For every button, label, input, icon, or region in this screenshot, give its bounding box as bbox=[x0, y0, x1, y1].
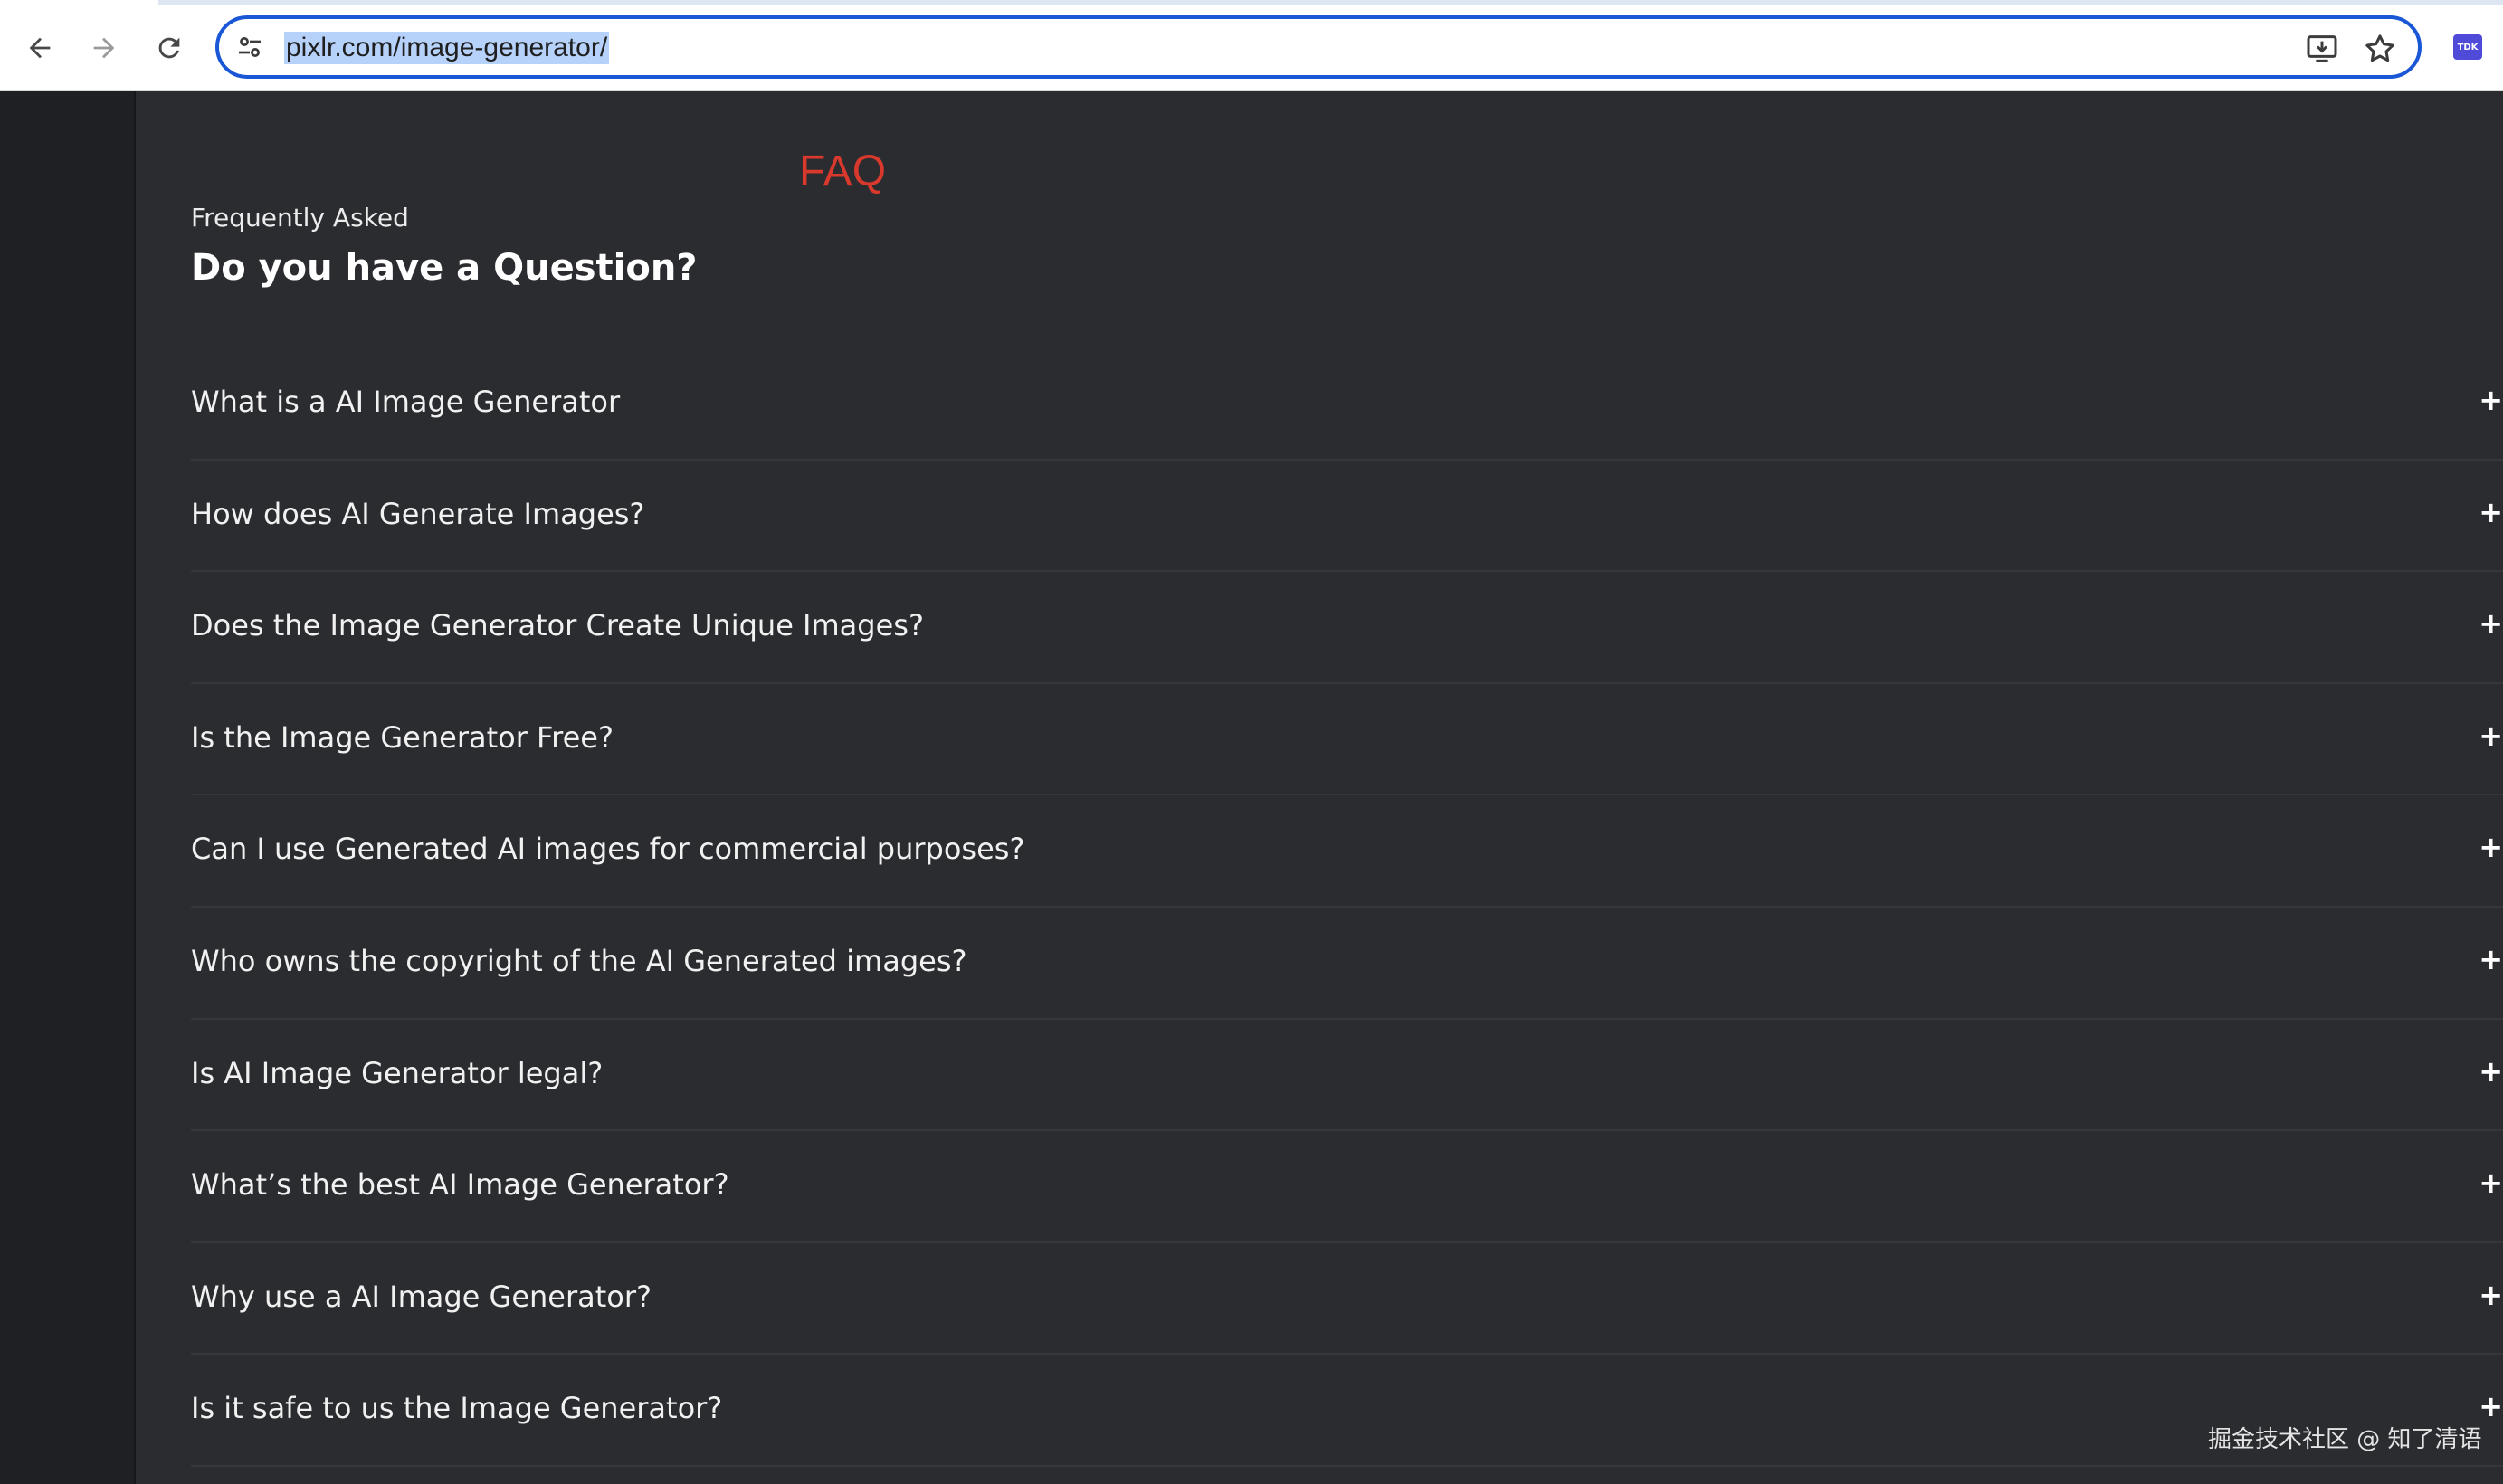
forward-button[interactable] bbox=[81, 24, 128, 71]
plus-icon[interactable]: + bbox=[2479, 942, 2503, 976]
faq-eyebrow: Frequently Asked bbox=[191, 203, 409, 233]
faq-item[interactable]: Does the Image Generator Create Unique I… bbox=[191, 572, 2503, 684]
plus-icon[interactable]: + bbox=[2479, 1389, 2503, 1423]
faq-title: Do you have a Question? bbox=[191, 247, 698, 289]
back-button[interactable] bbox=[16, 24, 63, 71]
site-info-button[interactable] bbox=[233, 31, 266, 63]
arrow-left-icon bbox=[29, 37, 51, 59]
faq-question[interactable]: Is the Image Generator Free? bbox=[191, 720, 614, 755]
faq-question[interactable]: Why use a AI Image Generator? bbox=[191, 1279, 652, 1314]
faq-question[interactable]: Is it safe to us the Image Generator? bbox=[191, 1391, 722, 1425]
faq-question[interactable]: How does AI Generate Images? bbox=[191, 497, 644, 531]
active-tab-edge[interactable] bbox=[0, 0, 158, 5]
install-app-button[interactable] bbox=[2304, 31, 2340, 67]
plus-icon[interactable]: + bbox=[2479, 830, 2503, 864]
browser-toolbar: pixlr.com/image-generator/ TDK bbox=[0, 0, 2503, 91]
url-text[interactable]: pixlr.com/image-generator/ bbox=[284, 32, 610, 64]
reload-button[interactable] bbox=[146, 24, 193, 71]
star-icon bbox=[2365, 34, 2394, 62]
faq-question[interactable]: Is AI Image Generator legal? bbox=[191, 1056, 603, 1090]
plus-icon[interactable]: + bbox=[2479, 718, 2503, 753]
install-app-icon bbox=[2307, 35, 2337, 62]
extension-icon[interactable]: TDK bbox=[2453, 34, 2482, 60]
faq-list: What is a AI Image Generator + How does … bbox=[191, 348, 2503, 1467]
faq-question[interactable]: What’s the best AI Image Generator? bbox=[191, 1167, 729, 1202]
bookmark-button[interactable] bbox=[2362, 31, 2398, 67]
faq-item[interactable]: Can I use Generated AI images for commer… bbox=[191, 795, 2503, 908]
faq-question[interactable]: What is a AI Image Generator bbox=[191, 385, 620, 419]
plus-icon[interactable]: + bbox=[2479, 606, 2503, 641]
faq-annotation-label: FAQ bbox=[799, 147, 887, 195]
faq-question[interactable]: Can I use Generated AI images for commer… bbox=[191, 832, 1024, 866]
plus-icon[interactable]: + bbox=[2479, 495, 2503, 529]
faq-item[interactable]: Is AI Image Generator legal? + bbox=[191, 1020, 2503, 1132]
arrow-right-icon bbox=[93, 37, 115, 59]
faq-item[interactable]: What’s the best AI Image Generator? + bbox=[191, 1131, 2503, 1243]
tune-icon bbox=[239, 37, 261, 57]
plus-icon[interactable]: + bbox=[2479, 383, 2503, 417]
plus-icon[interactable]: + bbox=[2479, 1278, 2503, 1312]
plus-icon[interactable]: + bbox=[2479, 1054, 2503, 1089]
watermark-text: 掘金技术社区 @ 知了清语 bbox=[2208, 1426, 2482, 1453]
faq-question[interactable]: Does the Image Generator Create Unique I… bbox=[191, 608, 924, 642]
address-bar[interactable]: pixlr.com/image-generator/ bbox=[215, 15, 2422, 79]
plus-icon[interactable]: + bbox=[2479, 1165, 2503, 1200]
faq-question[interactable]: Who owns the copyright of the AI Generat… bbox=[191, 944, 966, 978]
faq-item[interactable]: Is it safe to us the Image Generator? + bbox=[191, 1355, 2503, 1467]
sidebar-rail bbox=[0, 91, 136, 1484]
faq-item[interactable]: What is a AI Image Generator + bbox=[191, 348, 2503, 461]
faq-item[interactable]: Who owns the copyright of the AI Generat… bbox=[191, 908, 2503, 1020]
tab-strip bbox=[0, 0, 2503, 5]
faq-item[interactable]: Is the Image Generator Free? + bbox=[191, 684, 2503, 796]
reload-icon bbox=[158, 37, 180, 59]
faq-item[interactable]: How does AI Generate Images? + bbox=[191, 461, 2503, 573]
faq-item[interactable]: Why use a AI Image Generator? + bbox=[191, 1243, 2503, 1356]
